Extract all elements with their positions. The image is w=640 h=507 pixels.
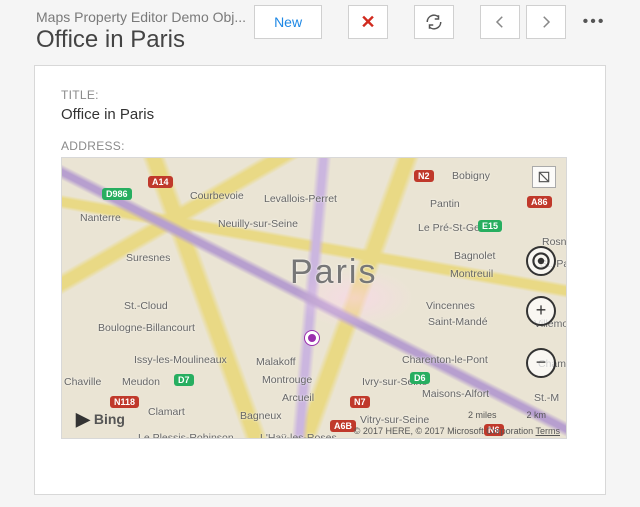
page-header: Maps Property Editor Demo Obj... Office … (8, 5, 632, 65)
road-shield: A14 (148, 176, 173, 188)
detail-card: TITLE: Office in Paris ADDRESS: BobignyL… (34, 65, 606, 495)
imagery-toggle[interactable] (532, 166, 556, 188)
chevron-right-icon (537, 13, 555, 31)
zoom-in-button[interactable]: + (526, 296, 556, 326)
road-shield: A86 (527, 196, 552, 208)
bing-logo: ▶Bing (76, 409, 125, 430)
refresh-icon (425, 13, 443, 31)
title-field-label: TITLE: (61, 88, 579, 102)
terms-link[interactable]: Terms (536, 426, 561, 436)
road-shield: A6B (330, 420, 356, 432)
road-shield: N2 (414, 170, 434, 182)
prev-button[interactable] (480, 5, 520, 39)
chevron-left-icon (491, 13, 509, 31)
close-icon: ✕ (361, 12, 376, 33)
road-shield: D986 (102, 188, 132, 200)
delete-button[interactable]: ✕ (348, 5, 388, 39)
next-button[interactable] (526, 5, 566, 39)
road-shield: D6 (410, 372, 430, 384)
map-scale: 2 miles2 km (468, 410, 546, 420)
refresh-button[interactable] (414, 5, 454, 39)
layers-icon (537, 170, 551, 184)
new-button[interactable]: New (254, 5, 322, 39)
ellipsis-icon: ••• (583, 13, 606, 31)
map-attribution: © 2017 HERE, © 2017 Microsoft Corporatio… (354, 426, 560, 436)
minus-icon: − (536, 352, 547, 373)
map-viewport[interactable]: BobignyLevallois-PerretPantinCourbevoieN… (61, 157, 567, 439)
road-shield: E15 (478, 220, 502, 232)
road-shield: N7 (350, 396, 370, 408)
plus-icon: + (536, 300, 547, 321)
more-button[interactable]: ••• (574, 5, 614, 39)
breadcrumb[interactable]: Maps Property Editor Demo Obj... (36, 9, 246, 26)
title-field-value[interactable]: Office in Paris (61, 106, 579, 123)
zoom-out-button[interactable]: − (526, 348, 556, 378)
address-field-label: ADDRESS: (61, 139, 579, 153)
page-title: Office in Paris (36, 26, 246, 55)
road-shield: D7 (174, 374, 194, 386)
titles: Maps Property Editor Demo Obj... Office … (36, 5, 246, 55)
map-marker[interactable] (305, 331, 319, 345)
locate-button[interactable] (526, 246, 556, 276)
road-shield: N118 (110, 396, 139, 408)
locate-icon (528, 248, 554, 274)
app-root: Maps Property Editor Demo Obj... Office … (0, 0, 640, 507)
